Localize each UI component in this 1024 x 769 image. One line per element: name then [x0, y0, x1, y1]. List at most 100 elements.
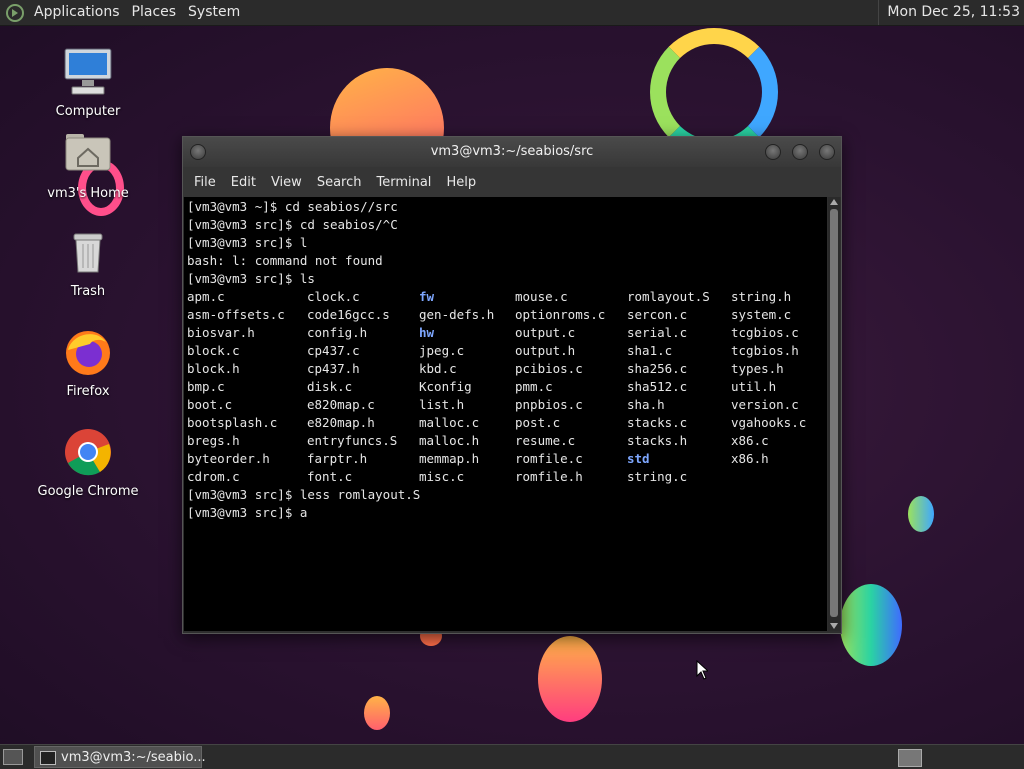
ls-entry: stacks.h	[627, 433, 688, 448]
desktop-icon-computer[interactable]: Computer	[28, 46, 148, 119]
ls-entry: tcgbios.c	[731, 325, 799, 340]
ls-entry: misc.c	[419, 469, 465, 484]
desktop-icon-label: Google Chrome	[37, 484, 139, 499]
ls-entry: resume.c	[515, 433, 576, 448]
menu-view[interactable]: View	[271, 175, 302, 190]
ls-entry: bregs.h	[187, 433, 240, 448]
menu-help[interactable]: Help	[446, 175, 476, 190]
desktop-icon-firefox[interactable]: Firefox	[28, 326, 148, 399]
terminal-line: [vm3@vm3 ~]$ cd seabios//src	[187, 199, 398, 214]
terminal-line: bash: l: command not found	[187, 253, 383, 268]
firefox-icon	[62, 326, 114, 378]
ls-entry: std	[627, 451, 650, 466]
window-titlebar[interactable]: vm3@vm3:~/seabios/src	[183, 137, 841, 167]
ls-entry: sha1.c	[627, 343, 673, 358]
ls-entry: types.h	[731, 361, 784, 376]
wallpaper-orange-drop	[538, 636, 602, 722]
ls-entry: x86.h	[731, 451, 769, 466]
panel-clock[interactable]: Mon Dec 25, 11:53	[878, 0, 1020, 25]
ls-entry: string.h	[731, 289, 792, 304]
ls-entry: code16gcc.s	[307, 307, 390, 322]
desktop-icon-label: vm3's Home	[47, 186, 129, 201]
taskbar-terminal-task[interactable]: vm3@vm3:~/seabio...	[34, 746, 206, 768]
menu-terminal[interactable]: Terminal	[376, 175, 431, 190]
applications-menu[interactable]: Applications	[34, 0, 120, 25]
menu-search[interactable]: Search	[317, 175, 362, 190]
desktop-icon-chrome[interactable]: Google Chrome	[28, 426, 148, 499]
ls-entry: string.c	[627, 469, 688, 484]
ls-entry: gen-defs.h	[419, 307, 495, 322]
top-panel: Applications Places System Mon Dec 25, 1…	[0, 0, 1024, 26]
ls-entry: config.h	[307, 325, 368, 340]
ls-entry: cdrom.c	[187, 469, 240, 484]
ls-entry: apm.c	[187, 289, 225, 304]
mouse-pointer-icon	[696, 659, 710, 684]
places-menu[interactable]: Places	[132, 0, 177, 25]
show-desktop-icon[interactable]	[3, 749, 23, 765]
ls-entry: memmap.h	[419, 451, 480, 466]
ls-entry: kbd.c	[419, 361, 457, 376]
ls-entry: asm-offsets.c	[187, 307, 285, 322]
scroll-up-arrow-icon[interactable]	[830, 199, 838, 205]
desktop-icon-label: Firefox	[66, 384, 110, 399]
ls-entry: system.c	[731, 307, 792, 322]
desktop-icon-label: Computer	[55, 104, 121, 119]
minimize-button[interactable]	[765, 144, 781, 160]
ls-entry: bootsplash.c	[187, 415, 278, 430]
ls-entry: sha.h	[627, 397, 665, 412]
ls-entry: pnpbios.c	[515, 397, 583, 412]
ls-entry: romlayout.S	[627, 289, 710, 304]
menu-edit[interactable]: Edit	[231, 175, 256, 190]
ls-entry: hw	[419, 325, 435, 340]
ls-entry: font.c	[307, 469, 353, 484]
ls-entry: bmp.c	[187, 379, 225, 394]
terminal-line: [vm3@vm3 src]$ cd seabios/^C	[187, 217, 398, 232]
ls-entry: x86.c	[731, 433, 769, 448]
ls-entry: byteorder.h	[187, 451, 270, 466]
terminal-line: [vm3@vm3 src]$ l	[187, 235, 308, 250]
scrollbar-thumb[interactable]	[830, 209, 838, 617]
menu-file[interactable]: File	[194, 175, 216, 190]
home-folder-icon	[62, 128, 114, 180]
ls-entry: sha512.c	[627, 379, 688, 394]
ls-entry: post.c	[515, 415, 561, 430]
ls-entry: jpeg.c	[419, 343, 465, 358]
workspace-switcher[interactable]	[898, 749, 922, 767]
bottom-taskbar: vm3@vm3:~/seabio...	[0, 744, 1024, 769]
terminal-icon	[40, 751, 56, 765]
terminal-output[interactable]: [vm3@vm3 ~]$ cd seabios//src [vm3@vm3 src…	[184, 197, 827, 631]
ls-entry: Kconfig	[419, 379, 472, 394]
ls-entry: list.h	[419, 397, 465, 412]
ls-entry: sercon.c	[627, 307, 688, 322]
terminal-line: [vm3@vm3 src]$ a	[187, 505, 308, 520]
ls-entry: entryfuncs.S	[307, 433, 398, 448]
chrome-icon	[62, 426, 114, 478]
desktop-icon-trash[interactable]: Trash	[28, 226, 148, 299]
desktop-icon-home[interactable]: vm3's Home	[28, 128, 148, 201]
ls-entry: mouse.c	[515, 289, 568, 304]
terminal-window: vm3@vm3:~/seabios/src File Edit View Sea…	[182, 136, 842, 634]
window-menubar: File Edit View Search Terminal Help	[183, 167, 841, 197]
distro-logo-icon[interactable]	[6, 3, 24, 22]
terminal-scrollbar[interactable]	[828, 197, 840, 631]
ls-entry: boot.c	[187, 397, 233, 412]
ls-entry: util.h	[731, 379, 777, 394]
ls-entry: pcibios.c	[515, 361, 583, 376]
ls-entry: stacks.c	[627, 415, 688, 430]
ls-entry	[731, 468, 827, 486]
task-label: vm3@vm3:~/seabio...	[61, 750, 206, 765]
scroll-down-arrow-icon[interactable]	[830, 623, 838, 629]
ls-entry: malloc.c	[419, 415, 480, 430]
system-menu[interactable]: System	[188, 0, 240, 25]
window-title: vm3@vm3:~/seabios/src	[430, 144, 594, 159]
ls-entry: vgahooks.c	[731, 415, 807, 430]
ls-entry: farptr.h	[307, 451, 368, 466]
terminal-line: [vm3@vm3 src]$ less romlayout.S	[187, 487, 421, 502]
ls-output: apm.c clock.c fw mouse.c romlayout.S string.h…	[187, 288, 827, 486]
close-button[interactable]	[819, 144, 835, 160]
ls-entry: fw	[419, 289, 435, 304]
wallpaper-blue-blob	[840, 584, 902, 666]
ls-entry: tcgbios.h	[731, 343, 799, 358]
maximize-button[interactable]	[792, 144, 808, 160]
ls-entry: block.c	[187, 343, 240, 358]
